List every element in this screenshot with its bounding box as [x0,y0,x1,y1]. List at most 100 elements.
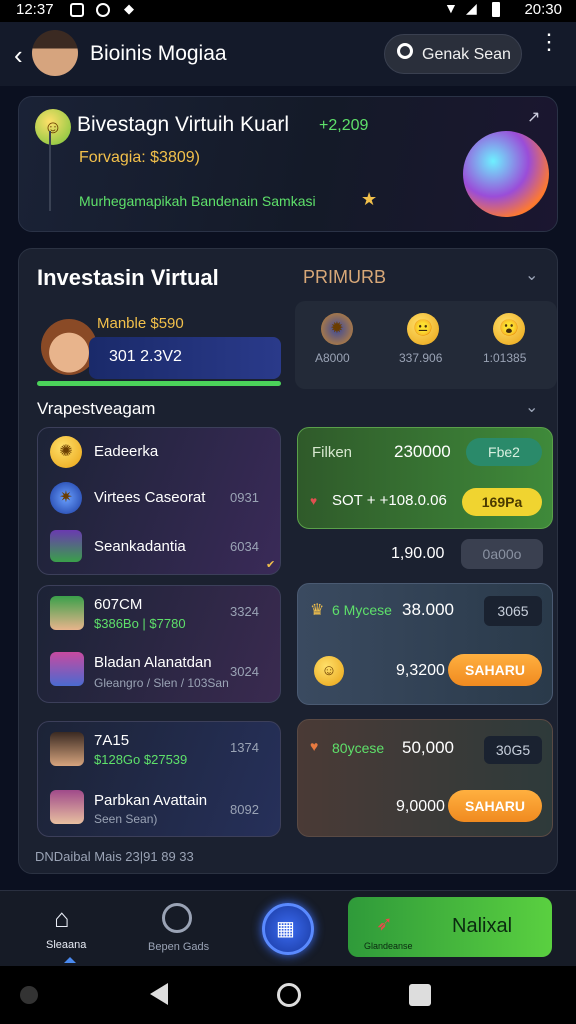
page-title: Bioinis Mogiaa [90,42,227,65]
system-nav [0,966,576,1024]
card-label: 80ycese [332,740,385,756]
list-item-value: 1374 [230,740,259,755]
card-label: 6 Mycese [332,602,392,618]
list-card[interactable]: ✺ Eadeerka ✷ Virtees Caseorat 0931 Seank… [37,427,281,575]
card-row2-value: 9,0000 [396,798,445,815]
stats-box: ✹ A8000 😐 337.906 😮 1:01385 [295,301,557,389]
nav-home-label: Sleaana [46,939,87,951]
stat-value-1: A8000 [315,351,350,365]
list-item-name: Eadeerka [94,443,159,460]
compass-icon [162,903,192,933]
chevron-down-icon[interactable]: ⌄ [525,397,538,417]
home-icon: ⌂ [54,903,70,933]
list-item-value: 8092 [230,802,259,817]
nav-home[interactable]: ⌂ Sleaana [20,901,116,963]
card-disabled-button[interactable]: 0a00o [461,539,543,569]
list-item-value: 3324 [230,604,259,619]
nav-second[interactable]: Bepen Gads [130,901,226,961]
investment-card[interactable]: ♛ 6 Mycese 38.000 3065 ☺ 9,3200 SAHARU [297,583,553,705]
card-buy-button[interactable]: SAHARU [448,654,542,686]
list-card[interactable]: 7A15 $128Go $27539 1374 Parbkan Avattain… [37,721,281,837]
profile-progress-fill [37,381,281,386]
card-buy-button[interactable]: 169Pa [462,488,542,516]
back-icon[interactable]: ‹ [14,40,23,71]
check-icon: ✔ [266,559,276,571]
signal-icon: ◢ [466,0,477,16]
chevron-down-icon[interactable]: ⌄ [525,265,538,285]
assistant-icon[interactable] [20,986,38,1004]
stat-value-2: 337.906 [399,351,443,365]
location-icon: ◆ [124,1,134,16]
search-icon [397,43,413,59]
card-value: 38.000 [402,600,454,619]
list-item-sub: $128Go $27539 [94,752,188,767]
card-badge: 30G5 [484,736,542,764]
investment-card[interactable]: Filken 230000 Fbe2 ♥ SOT + +108.0.06 169… [297,427,553,529]
woman-icon [50,732,84,766]
expand-icon[interactable]: ↗ [527,107,540,127]
profile-value-box: 301 2.3V2 [89,337,281,379]
cta-label: Nalixal [452,915,513,937]
active-indicator [64,957,76,963]
sun-coin-icon: ✺ [50,436,82,468]
status-time: 12:37 [16,1,54,18]
grid-icon: ▦ [276,918,295,940]
list-item-sub: $386Bo | $7780 [94,616,186,631]
list-item-name: Virtees Caseorat [94,489,206,506]
grid-menu-button[interactable]: ▦ [262,903,314,955]
neutral-face-icon: 😐 [407,313,439,345]
card-value: 50,000 [402,738,454,757]
avatar[interactable] [32,30,78,76]
astronaut-icon: ✹ [321,313,353,345]
investment-panel: Investasin Virtual PRIMURB ⌄ Manble $590… [18,248,558,874]
cta-button[interactable]: ➶ Nalixal Glandeanse [348,897,552,957]
card-buy-button[interactable]: SAHARU [448,790,542,822]
list-item-name: 607CM [94,596,143,613]
cta-sub-label: Glandeanse [364,941,413,951]
list-item-name: 7A15 [94,732,130,749]
card-below-value: 1,90.00 [391,545,445,562]
card-action-button[interactable]: Fbe2 [466,438,542,466]
app-bar: ‹ Bioinis Mogiaa Genak Sean ⋮ [0,22,576,86]
investment-banner[interactable]: ☺ Bivestagn Virtuih Kuarl +2,209 Forvagi… [18,96,558,232]
profile-progress-bar [37,381,281,386]
list-card[interactable]: 607CM $386Bo | $7780 3324 Bladan Alanatd… [37,585,281,703]
robot-icon [50,652,84,686]
search-label: Genak Sean [422,46,511,63]
star-icon: ★ [361,189,378,209]
stat-value-3: 1:01385 [483,351,527,365]
more-menu-icon[interactable]: ⋮ [538,31,560,53]
home-nav-icon[interactable] [277,983,301,1007]
profile-label: Manble $590 [97,315,184,332]
list-item-sub: Seen Sean) [94,812,158,826]
list-item-name: Parbkan Avattain [94,792,208,809]
banner-subtitle: Forvagia: $3809) [79,149,200,166]
status-bar: 12:37 ◆ ▼ ◢ 20:30 [0,0,576,22]
nav-second-label: Bepen Gads [148,941,210,953]
list-item-name: Seankadantia [94,538,186,555]
trophy-icon: ♛ [310,602,325,619]
card-value: 230000 [394,442,451,461]
card-row2-value: 9,3200 [396,662,445,679]
character-icon [50,530,82,562]
banner-title-value: +2,209 [319,117,369,134]
notification-icon [70,3,84,17]
pin-icon: ➶ [376,913,393,935]
banner-divider [49,131,51,211]
investment-card[interactable]: ♥ 80ycese 50,000 30G5 9,0000 SAHARU [297,719,553,837]
recents-nav-icon[interactable] [409,984,431,1006]
banner-line: Murhegamapikah Bandenain Samkasi [79,193,316,209]
search-button[interactable]: Genak Sean [384,34,522,74]
smile-emoji-icon: ☺ [35,109,71,145]
list-item-value: 0931 [230,490,259,505]
message-icon [96,3,110,17]
sub-section-title: Vrapestveagam [37,399,156,418]
section-title: Investasin Virtual [37,265,219,290]
card-badge: 3065 [484,596,542,626]
status-time-right: 20:30 [524,1,562,18]
panel-footer-text: DNDaibal Mais 23|91 89 33 [35,849,194,864]
bottom-nav: ⌂ Sleaana Bepen Gads ▦ ➶ Nalixal Glandea… [0,890,576,966]
coin-face-icon: ☺ [314,656,344,686]
back-nav-icon[interactable] [150,983,168,1005]
battery-icon [492,2,500,17]
